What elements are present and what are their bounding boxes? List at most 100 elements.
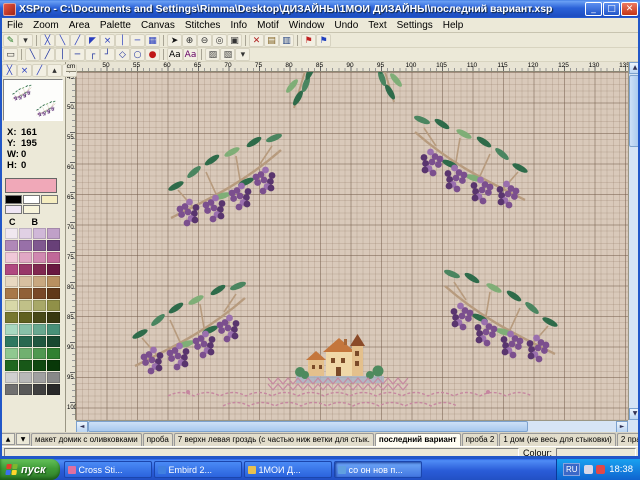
- close-button[interactable]: ✕: [621, 2, 638, 16]
- menu-stitches[interactable]: Stitches: [180, 18, 226, 33]
- menu-area[interactable]: Area: [64, 18, 95, 33]
- palette-swatch[interactable]: [47, 348, 60, 359]
- backstitch-select-tool[interactable]: ▭: [3, 48, 18, 61]
- horizontal-stitch-tool[interactable]: ─: [130, 34, 145, 47]
- stitch-canvas[interactable]: [76, 72, 628, 420]
- backstitch-diagonal-up-tool[interactable]: ╱: [40, 48, 55, 61]
- tray-icon[interactable]: [596, 465, 605, 474]
- palette-swatch[interactable]: [5, 312, 18, 323]
- backstitch-horizontal-tool[interactable]: ─: [70, 48, 85, 61]
- circle-outline-tool[interactable]: ○: [130, 48, 145, 61]
- backstitch-vertical-tool[interactable]: │: [55, 48, 70, 61]
- palette-swatch[interactable]: [19, 360, 32, 371]
- palette-swatch[interactable]: [33, 264, 46, 275]
- design-tab[interactable]: макет домик с оливковками: [31, 433, 142, 446]
- menu-help[interactable]: Help: [438, 18, 469, 33]
- design-tab[interactable]: 1 дом (не весь для стыковки): [499, 433, 616, 446]
- menu-zoom[interactable]: Zoom: [28, 18, 64, 33]
- zoom-out-tool[interactable]: ⊖: [197, 34, 212, 47]
- palette-swatch[interactable]: [33, 276, 46, 287]
- mini-full-stitch[interactable]: ╳: [2, 64, 17, 77]
- palette-swatch[interactable]: [33, 336, 46, 347]
- quick-swatch[interactable]: [5, 195, 22, 204]
- palette-swatch[interactable]: [19, 336, 32, 347]
- quick-swatch[interactable]: [23, 205, 40, 214]
- palette-swatch[interactable]: [5, 360, 18, 371]
- horizontal-scroll-track[interactable]: [528, 421, 616, 432]
- special-stitch-tool[interactable]: ▦: [145, 34, 160, 47]
- palette-swatch[interactable]: [5, 288, 18, 299]
- palette-swatch[interactable]: [19, 288, 32, 299]
- palette-swatch[interactable]: [19, 228, 32, 239]
- palette-swatch[interactable]: [19, 372, 32, 383]
- palette-col-b[interactable]: B: [32, 217, 39, 227]
- flag-red-button[interactable]: ⚑: [301, 34, 316, 47]
- language-indicator[interactable]: RU: [563, 463, 580, 476]
- menu-file[interactable]: File: [2, 18, 28, 33]
- text-tool[interactable]: Aa: [167, 48, 183, 61]
- palette-swatch[interactable]: [5, 264, 18, 275]
- palette-swatch[interactable]: [5, 228, 18, 239]
- pattern-fill-tool[interactable]: ▨: [205, 48, 220, 61]
- palette-swatch[interactable]: [5, 252, 18, 263]
- design-tab[interactable]: 7 верхн левая гроздь (с частью ниж ветки…: [174, 433, 374, 446]
- palette-swatch[interactable]: [47, 324, 60, 335]
- zoom-100-tool[interactable]: ◎: [212, 34, 227, 47]
- petite-stitch-tool[interactable]: ×: [100, 34, 115, 47]
- menu-text[interactable]: Text: [363, 18, 391, 33]
- menu-undo[interactable]: Undo: [329, 18, 363, 33]
- palette-swatch[interactable]: [47, 384, 60, 395]
- quick-swatch[interactable]: [41, 195, 58, 204]
- palette-swatch[interactable]: [47, 372, 60, 383]
- palette-swatch[interactable]: [47, 312, 60, 323]
- tab-scroll-up-button[interactable]: ▲: [1, 433, 15, 445]
- menu-canvas[interactable]: Canvas: [136, 18, 180, 33]
- palette-swatch[interactable]: [5, 384, 18, 395]
- palette-swatch[interactable]: [33, 372, 46, 383]
- palette-swatch[interactable]: [5, 300, 18, 311]
- backstitch-diagonal-down-tool[interactable]: ╲: [25, 48, 40, 61]
- minimize-button[interactable]: _: [585, 2, 602, 16]
- palette-swatch[interactable]: [33, 360, 46, 371]
- french-knot-tool[interactable]: ●: [145, 48, 160, 61]
- design-tab[interactable]: проба 2: [462, 433, 499, 446]
- palette-swatch[interactable]: [19, 252, 32, 263]
- selected-color-swatch[interactable]: [5, 178, 57, 193]
- palette-swatch[interactable]: [19, 324, 32, 335]
- zoom-fit-tool[interactable]: ▣: [227, 34, 242, 47]
- palette-swatch[interactable]: [33, 288, 46, 299]
- palette-swatch[interactable]: [47, 252, 60, 263]
- task-button[interactable]: со он нов п...: [334, 461, 422, 478]
- vertical-stitch-tool[interactable]: │: [115, 34, 130, 47]
- palette-swatch[interactable]: [19, 276, 32, 287]
- palette-swatch[interactable]: [5, 324, 18, 335]
- tray-icon[interactable]: [584, 465, 593, 474]
- palette-swatch[interactable]: [19, 264, 32, 275]
- backstitch-corner2-tool[interactable]: ┘: [100, 48, 115, 61]
- design-tab[interactable]: проба: [143, 433, 173, 446]
- task-button[interactable]: Cross Sti...: [64, 461, 152, 478]
- text-style-tool[interactable]: Aa: [183, 48, 199, 61]
- flag-blue-button[interactable]: ⚑: [316, 34, 331, 47]
- palette-swatch[interactable]: [19, 240, 32, 251]
- palette-swatch[interactable]: [33, 300, 46, 311]
- quick-swatch[interactable]: [23, 195, 40, 204]
- palette-swatch[interactable]: [5, 240, 18, 251]
- pencil-mode-dropdown[interactable]: ▾: [18, 34, 33, 47]
- menu-palette[interactable]: Palette: [95, 18, 136, 33]
- task-button[interactable]: 1МОИ Д...: [244, 461, 332, 478]
- palette-swatch[interactable]: [5, 276, 18, 287]
- design-tab[interactable]: последний вариант: [375, 433, 461, 446]
- diamond-outline-tool[interactable]: ◇: [115, 48, 130, 61]
- palette-swatch[interactable]: [33, 228, 46, 239]
- delete-tool[interactable]: ✕: [249, 34, 264, 47]
- three-quarter-stitch-tool[interactable]: ◤: [85, 34, 100, 47]
- mini-scroll-up[interactable]: ▴: [47, 64, 62, 77]
- grid-toggle-button[interactable]: ▥: [279, 34, 294, 47]
- quick-swatch[interactable]: [5, 205, 22, 214]
- design-tab[interactable]: 2 правая ниж гр.: [617, 433, 640, 446]
- pattern-fill2-tool[interactable]: ▧: [220, 48, 235, 61]
- palette-swatch[interactable]: [19, 384, 32, 395]
- full-cross-stitch-tool[interactable]: ╳: [40, 34, 55, 47]
- menu-motif[interactable]: Motif: [252, 18, 284, 33]
